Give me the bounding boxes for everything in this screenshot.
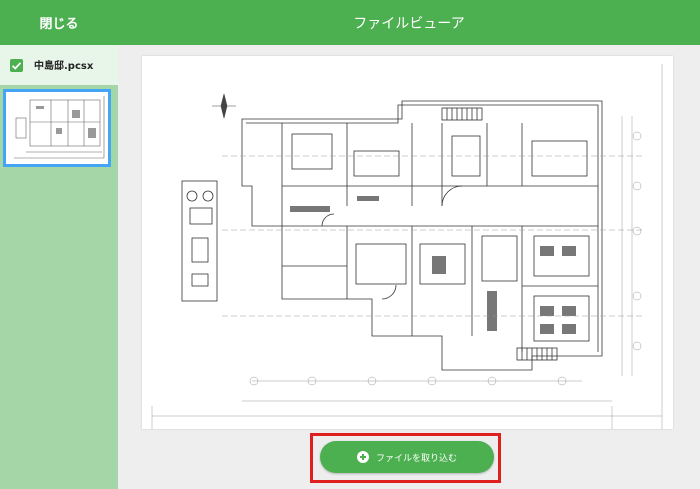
checkbox-checked-icon[interactable] (10, 59, 23, 72)
file-name: 中島邸.pcsx (34, 61, 94, 72)
app-header: 閉じる ファイルビューア (0, 0, 700, 45)
page-title: ファイルビューア (353, 15, 465, 32)
import-file-button[interactable]: ファイルを取り込む (320, 441, 494, 473)
file-list-item[interactable]: 中島邸.pcsx (0, 45, 118, 85)
sidebar: 中島邸.pcsx (0, 45, 118, 489)
floor-plan-drawing (142, 56, 673, 429)
plus-circle-icon (356, 451, 369, 463)
viewer-area: ファイルを取り込む (118, 45, 700, 489)
import-file-label: ファイルを取り込む (375, 453, 457, 464)
import-button-highlight: ファイルを取り込む (310, 433, 501, 483)
close-button[interactable]: 閉じる (0, 0, 118, 45)
page-thumbnail[interactable] (3, 89, 111, 167)
